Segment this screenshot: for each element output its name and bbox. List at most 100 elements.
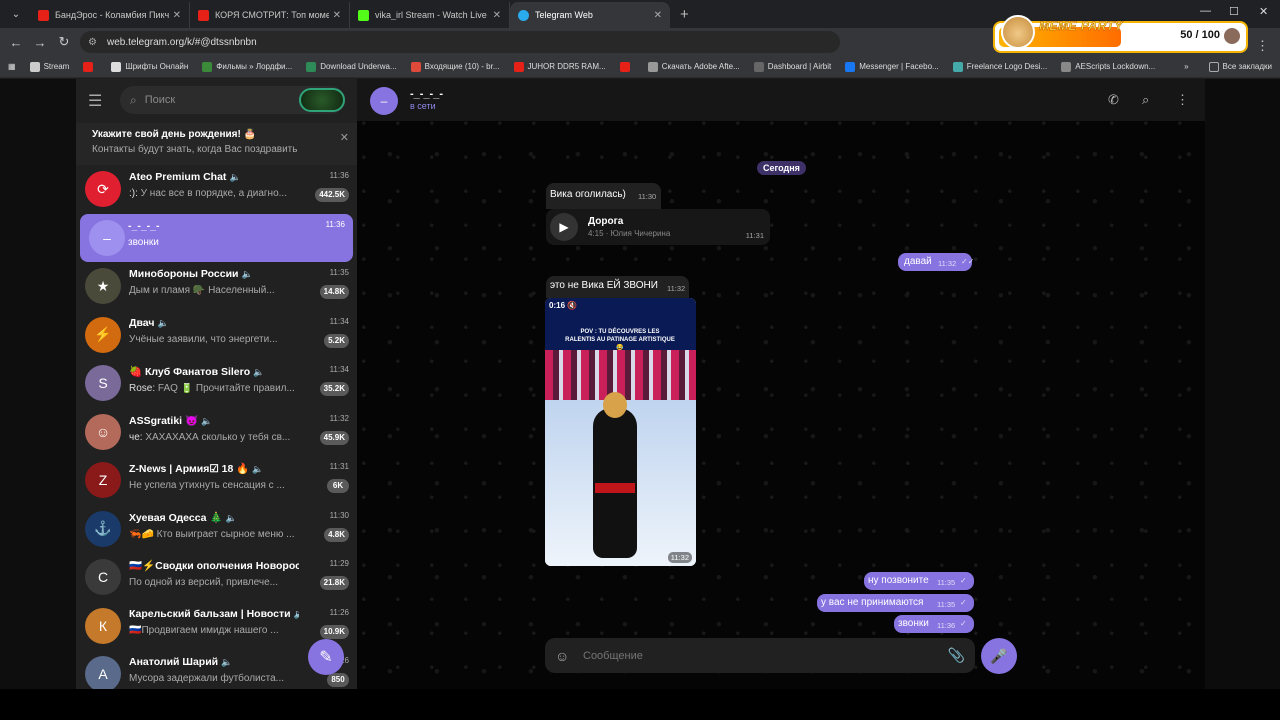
unread-badge: 850 [327,673,349,687]
audio-message[interactable]: ▶ Дорога 4:15 · Юлия Чичерина 11:31 [546,209,770,245]
bookmark-item[interactable]: Входящие (10) - br... [410,61,500,72]
chat-time: 11:29 [329,559,349,568]
new-tab-button[interactable]: + [680,6,689,23]
search-icon[interactable]: ⌕ [1142,92,1149,108]
meme-party-widget[interactable]: MEME PARTY 50 / 100 [993,15,1248,53]
chat-list-item[interactable]: ★ Минобороны России 🔈 11:35 Дым и пламя 🪖 На… [76,262,357,311]
maximize-icon[interactable]: ☐ [1229,5,1239,18]
chat-list-item[interactable]: ⟳ Ateo Premium Chat 🔈 11:36:): У нас все в … [76,165,357,214]
message-text: звонки [898,618,929,629]
close-window-icon[interactable]: ✕ [1259,5,1268,18]
bookmark-favicon-icon [83,61,94,72]
close-icon[interactable]: ✕ [654,10,662,21]
chat-list-item[interactable]: Z Z-News | Армия☑ 18 🔥 🔈 11:31 Не успела ути… [76,456,357,505]
last-message: Мусора задержали футболиста... [129,673,285,684]
message-outgoing[interactable]: ну позвоните 11:35 ✓ [864,572,974,590]
chat-name: Двач [129,316,155,329]
bookmark-item[interactable]: Фильмы » Лордфи... [202,61,292,72]
last-message: ХАХАХАХА сколько у тебя св... [145,431,291,443]
reload-icon[interactable]: ↻ [52,34,76,50]
bookmark-item[interactable]: Stream [29,61,69,72]
bookmark-item[interactable]: JUHOR DDR5 RAM... [513,61,606,72]
emoji-icon[interactable]: ☺ [555,648,575,664]
search-input[interactable]: ⌕ Поиск [120,86,345,114]
bookmark-item[interactable]: Download Underwa... [306,61,397,72]
video-message[interactable]: POV : TU DÉCOUVRES LES RALENTIS AU PATIN… [545,298,696,566]
avatar: S [85,365,121,402]
message-incoming[interactable]: это не Вика ЕЙ ЗВОНИ 11:32 [546,276,689,298]
chat-name: Ateo Premium Chat [129,171,227,183]
sidebar-header: ☰ ⌕ Поиск [76,79,357,123]
close-icon[interactable]: ✕ [173,10,181,21]
chat-list-item[interactable]: S 🍓 Клуб Фанатов Silero 🔈 11:34 Rose: FAQ 🔋 … [76,359,357,408]
taskbar-area [0,689,1280,720]
bookmark-item[interactable] [619,61,634,72]
close-icon[interactable]: ✕ [493,10,501,21]
message-text: Вика оголилась) [550,189,626,200]
chat-title[interactable]: -_-_-_- [410,88,443,100]
bookmark-item[interactable]: Скачать Adobe Afte... [647,61,740,72]
tab-title: КОРЯ СМОТРИТ: Топ моментов [215,10,329,20]
apps-icon[interactable]: ▦ [8,62,16,71]
browser-tab-4[interactable]: Telegram Web ✕ [510,2,670,28]
play-icon[interactable]: ▶ [550,213,578,241]
back-icon[interactable]: ← [4,35,28,50]
bookmark-item[interactable]: Freelance Logo Desi... [952,61,1047,72]
avatar: Z [85,462,121,499]
browser-tab-2[interactable]: КОРЯ СМОТРИТ: Топ моментов ✕ [190,2,350,28]
chat-list-item[interactable]: ☺ ASSgratiki 😈 🔈 11:32 чe: ХАХАХАХА сколько … [76,408,357,457]
unread-badge: 442.5K [315,188,349,202]
bookmark-item[interactable]: AEScripts Lockdown... [1061,61,1155,72]
story-avatar[interactable] [299,88,345,112]
url-text: web.telegram.org/k/#@dtssnbnbn [106,36,257,48]
message-text: у вас не принимаются [821,597,924,608]
message-incoming[interactable]: Вика оголилась) 11:30 [546,183,661,209]
window-edge [1205,79,1280,689]
avatar[interactable]: – [370,87,398,115]
avatar: – [89,219,125,256]
bookmark-item[interactable]: Dashboard | Airbit [753,61,831,72]
youtube-icon [198,9,209,21]
birthday-banner[interactable]: Укажите свой день рождения! 🎂 Контакты б… [76,123,357,165]
menu-icon[interactable]: ☰ [88,91,110,111]
close-icon[interactable]: ✕ [333,10,341,21]
url-field[interactable]: ⚙ web.telegram.org/k/#@dtssnbnbn [80,31,840,53]
message-input[interactable] [583,649,948,662]
site-info-icon[interactable]: ⚙ [88,37,97,48]
chat-list-item[interactable]: ⚓ Хуевая Одесса 🎄 🔈 11:30 🦐🧀 Кто выиграет сы… [76,505,357,554]
more-icon[interactable]: ⋮ [1176,92,1189,108]
bookmark-item[interactable]: Messenger | Facebo... [845,61,939,72]
message-time: 11:32 [938,259,957,268]
message-outgoing[interactable]: у вас не принимаются 11:35 ✓ [817,594,974,612]
last-message: FAQ 🔋 Прочитайте правил... [157,383,295,394]
video-caption: POV : TU DÉCOUVRES LES RALENTIS AU PATIN… [565,329,675,351]
close-icon[interactable]: ✕ [340,131,349,144]
chat-header[interactable]: – -_-_-_- в сети ✆ ⌕ ⋮ [357,79,1205,121]
muted-icon[interactable]: 🔇 [567,301,577,310]
message-outgoing[interactable]: звонки 11:36 ✓ [894,615,974,633]
minimize-icon[interactable]: — [1200,5,1211,17]
message-time: 11:31 [745,231,764,240]
phone-icon[interactable]: ✆ [1108,92,1119,108]
chat-time: 11:31 [329,462,349,471]
compose-button[interactable]: ✎ [308,639,344,675]
chat-list-item[interactable]: ⚡ Двач 🔈 11:34 Учёные заявили, что энергети.… [76,311,357,360]
forward-icon[interactable]: → [28,35,52,50]
check-icon: ✓ [960,598,967,607]
message-outgoing[interactable]: давай 11:32 ✓✓ [898,253,974,271]
chat-time: 11:35 [329,268,349,277]
message-time: 11:36 [937,621,956,630]
browser-tab-1[interactable]: БандЭрос - Коламбия Пикчерс ✕ [30,2,190,28]
voice-record-button[interactable]: 🎤 [981,638,1017,674]
bookmark-item[interactable]: Шрифты Онлайн [111,61,188,72]
attach-icon[interactable]: 📎 [948,647,965,664]
more-bookmarks-icon[interactable]: » [1184,62,1188,71]
browser-menu-icon[interactable]: ⋮ [1256,38,1269,54]
tab-search-icon[interactable]: ⌄ [6,4,26,24]
chat-list-item[interactable]: С🇷🇺⚡Сводки ополчения Новорос...🔈11:29По … [76,553,357,602]
microphone-icon: 🎤 [990,647,1008,664]
browser-tab-3[interactable]: vika_irl Stream - Watch Live ✕ [350,2,510,28]
chat-list-item[interactable]: – -_-_-_- 11:36 звонки [80,213,353,262]
all-bookmarks[interactable]: Все закладки [1208,61,1272,72]
bookmark-item[interactable] [83,61,97,72]
